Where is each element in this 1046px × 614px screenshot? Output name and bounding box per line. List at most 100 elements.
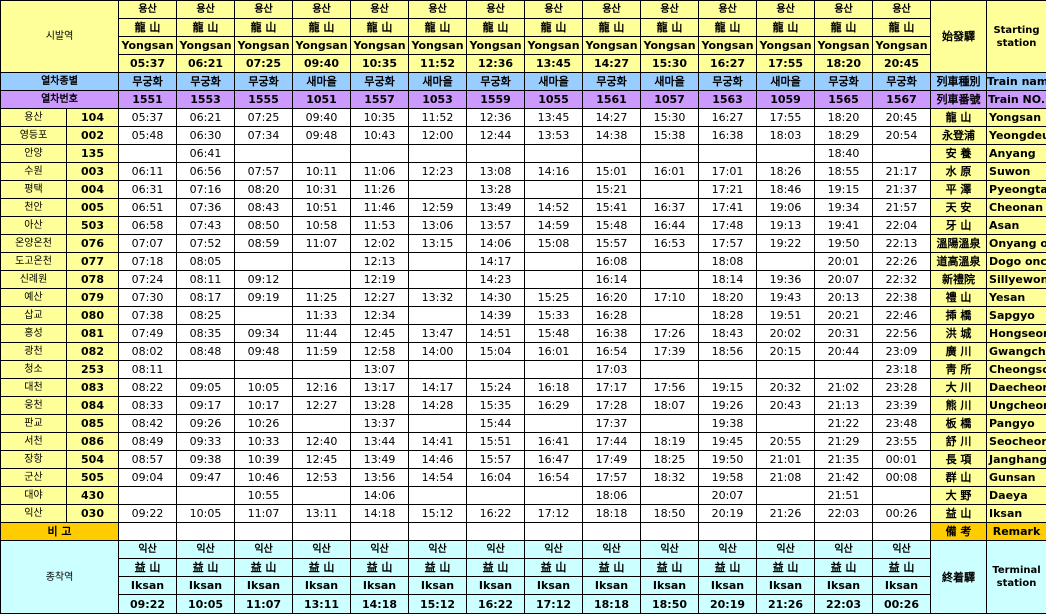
station-time: 17:37 — [583, 415, 641, 433]
station-name-en: Yesan — [987, 289, 1046, 307]
station-time: 22:46 — [873, 307, 931, 325]
station-time — [699, 361, 757, 379]
station-time — [525, 271, 583, 289]
station-time: 08:20 — [235, 181, 293, 199]
remark-cell — [815, 523, 873, 541]
station-name-hanja: 洪 城 — [931, 325, 987, 343]
remark-cell — [235, 523, 293, 541]
station-time: 14:23 — [467, 271, 525, 289]
station-time: 09:22 — [119, 505, 177, 523]
station-name-hanja: 安 養 — [931, 145, 987, 163]
station-time: 13:06 — [409, 217, 467, 235]
remark-cell — [525, 523, 583, 541]
station-time: 16:28 — [583, 307, 641, 325]
station-time: 14:41 — [409, 433, 467, 451]
station-time: 07:30 — [119, 289, 177, 307]
origin-station-en: Yongsan — [583, 37, 641, 55]
station-name-ko: 평택 — [1, 181, 67, 199]
station-time — [235, 361, 293, 379]
station-time — [525, 145, 583, 163]
station-time: 14:06 — [351, 487, 409, 505]
train-type: 무궁화 — [235, 73, 293, 91]
terminal-station-en: Iksan — [467, 577, 525, 595]
origin-departure-time: 15:30 — [641, 55, 699, 73]
station-time: 21:08 — [757, 469, 815, 487]
station-name-ko: 도고온천 — [1, 253, 67, 271]
station-time: 08:43 — [235, 199, 293, 217]
terminal-row: IksanIksanIksanIksanIksanIksanIksanIksan… — [1, 577, 1046, 595]
station-time — [409, 415, 467, 433]
terminal-station-ko: 익산 — [119, 541, 177, 559]
station-code: 253 — [67, 361, 119, 379]
station-name-en: Sillyewon — [987, 271, 1046, 289]
station-time: 07:24 — [119, 271, 177, 289]
station-time: 18:26 — [757, 163, 815, 181]
station-time — [351, 145, 409, 163]
station-time: 16:44 — [641, 217, 699, 235]
station-time: 15:25 — [525, 289, 583, 307]
station-time: 06:41 — [177, 145, 235, 163]
station-time: 13:11 — [293, 505, 351, 523]
station-time: 20:44 — [815, 343, 873, 361]
terminal-arrival-time: 00:26 — [873, 595, 931, 614]
station-row: 군산50509:0409:4710:4612:5313:5614:5416:04… — [1, 469, 1046, 487]
station-time: 07:49 — [119, 325, 177, 343]
station-code: 082 — [67, 343, 119, 361]
station-time: 19:13 — [757, 217, 815, 235]
station-time: 18:43 — [699, 325, 757, 343]
station-time: 18:50 — [641, 505, 699, 523]
station-name-en: Seocheon — [987, 433, 1046, 451]
station-time: 07:07 — [119, 235, 177, 253]
origin-departure-time: 14:27 — [583, 55, 641, 73]
station-time — [467, 145, 525, 163]
station-time: 08:05 — [177, 253, 235, 271]
station-time: 08:57 — [119, 451, 177, 469]
station-time: 13:56 — [351, 469, 409, 487]
station-time — [641, 415, 699, 433]
station-time — [409, 181, 467, 199]
station-time: 20:02 — [757, 325, 815, 343]
station-time — [525, 361, 583, 379]
station-name-ko: 홍성 — [1, 325, 67, 343]
terminal-station-ko: 익산 — [815, 541, 873, 559]
origin-station-en: Yongsan — [525, 37, 583, 55]
origin-station-hanja: 龍 山 — [119, 19, 177, 37]
terminal-station-hanja: 益 山 — [583, 559, 641, 577]
origin-departure-time: 07:25 — [235, 55, 293, 73]
station-time — [873, 487, 931, 505]
station-name-ko: 온양온천 — [1, 235, 67, 253]
station-time: 11:53 — [351, 217, 409, 235]
origin-row: YongsanYongsanYongsanYongsanYongsanYongs… — [1, 37, 1046, 55]
station-time: 16:20 — [583, 289, 641, 307]
remark-cell — [409, 523, 467, 541]
origin-row: 05:3706:2107:2509:4010:3511:5212:3613:45… — [1, 55, 1046, 73]
station-code: 003 — [67, 163, 119, 181]
origin-departure-time: 20:45 — [873, 55, 931, 73]
station-time: 13:28 — [467, 181, 525, 199]
terminal-station-en: Iksan — [757, 577, 815, 595]
station-name-hanja: 揷 橋 — [931, 307, 987, 325]
station-time: 20:54 — [873, 127, 931, 145]
station-time: 23:28 — [873, 379, 931, 397]
station-time — [525, 253, 583, 271]
station-time — [293, 487, 351, 505]
station-time: 21:42 — [815, 469, 873, 487]
station-time: 14:38 — [583, 127, 641, 145]
station-name-hanja: 靑 所 — [931, 361, 987, 379]
station-time: 12:02 — [351, 235, 409, 253]
station-time: 14:52 — [525, 199, 583, 217]
train-type: 무궁화 — [467, 73, 525, 91]
origin-station-hanja: 龍 山 — [467, 19, 525, 37]
terminal-arrival-time: 09:22 — [119, 595, 177, 614]
station-time: 16:01 — [525, 343, 583, 361]
station-row: 수원00306:1106:5607:5710:1111:0612:2313:08… — [1, 163, 1046, 181]
origin-station-ko: 용산 — [641, 1, 699, 19]
origin-departure-time: 13:45 — [525, 55, 583, 73]
station-name-ko: 아산 — [1, 217, 67, 235]
station-time: 22:38 — [873, 289, 931, 307]
station-time: 07:34 — [235, 127, 293, 145]
station-name-hanja: 大 川 — [931, 379, 987, 397]
station-time — [293, 271, 351, 289]
station-time: 15:41 — [583, 199, 641, 217]
station-code: 080 — [67, 307, 119, 325]
